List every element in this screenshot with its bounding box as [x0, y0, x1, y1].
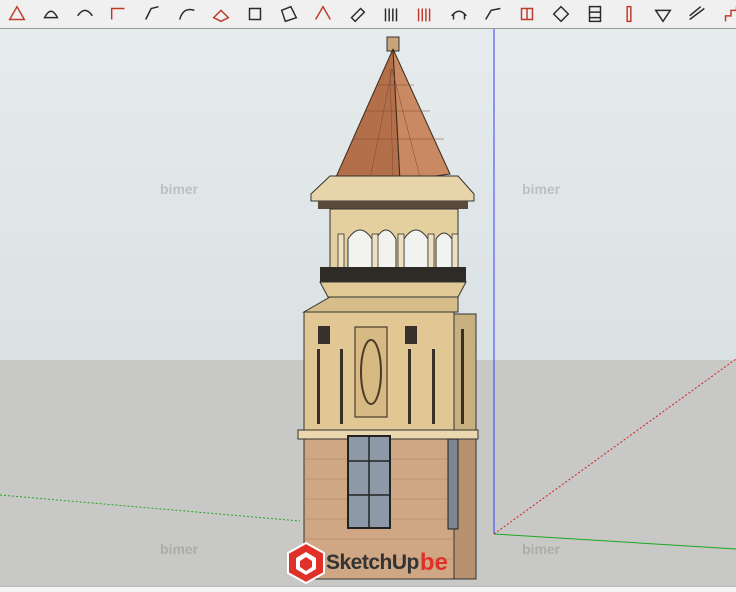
cornice — [310, 175, 475, 202]
staircase-icon[interactable] — [714, 1, 736, 27]
sketchup-logo-text: SketchUp — [326, 551, 419, 574]
green-axis — [493, 533, 736, 550]
sketchup-logo: SketchUp be — [286, 539, 450, 586]
follow-me-icon[interactable] — [204, 1, 238, 27]
balcony-rail — [320, 267, 466, 282]
window-icon[interactable] — [510, 1, 544, 27]
stairs-icon[interactable] — [374, 1, 408, 27]
tower-model[interactable] — [0, 29, 736, 586]
column-icon[interactable] — [612, 1, 646, 27]
sandbox-icon[interactable] — [306, 1, 340, 27]
offset-icon[interactable] — [272, 1, 306, 27]
upper-body-side — [453, 313, 477, 431]
roof — [392, 48, 451, 182]
eraser-icon[interactable] — [340, 1, 374, 27]
select-tool-icon[interactable] — [0, 1, 34, 27]
toolbar — [0, 0, 736, 29]
beam-icon[interactable] — [646, 1, 680, 27]
paint-bucket-icon[interactable] — [34, 1, 68, 27]
3d-viewport[interactable]: bimer bimer bimer bimer SketchUp be — [0, 29, 736, 586]
upper-cap — [302, 296, 459, 313]
arc-tool-icon[interactable] — [170, 1, 204, 27]
sketchup-logo-icon — [287, 542, 325, 584]
cornice-band — [318, 201, 468, 209]
status-bar — [0, 586, 736, 592]
sketchup-logo-suffix: be — [419, 549, 448, 576]
side-window — [447, 438, 459, 530]
pipe-icon[interactable] — [680, 1, 714, 27]
green-axis — [0, 494, 301, 522]
railing-icon[interactable] — [408, 1, 442, 27]
push-pull-icon[interactable] — [238, 1, 272, 27]
wall-icon[interactable] — [544, 1, 578, 27]
rotate-icon[interactable] — [68, 1, 102, 27]
red-axis — [493, 358, 736, 535]
balcony-base — [319, 281, 467, 298]
roof — [335, 48, 401, 182]
roof-icon[interactable] — [476, 1, 510, 27]
structure-icon[interactable] — [578, 1, 612, 27]
freehand-tool-icon[interactable] — [136, 1, 170, 27]
line-tool-icon[interactable] — [102, 1, 136, 27]
handrail-icon[interactable] — [442, 1, 476, 27]
